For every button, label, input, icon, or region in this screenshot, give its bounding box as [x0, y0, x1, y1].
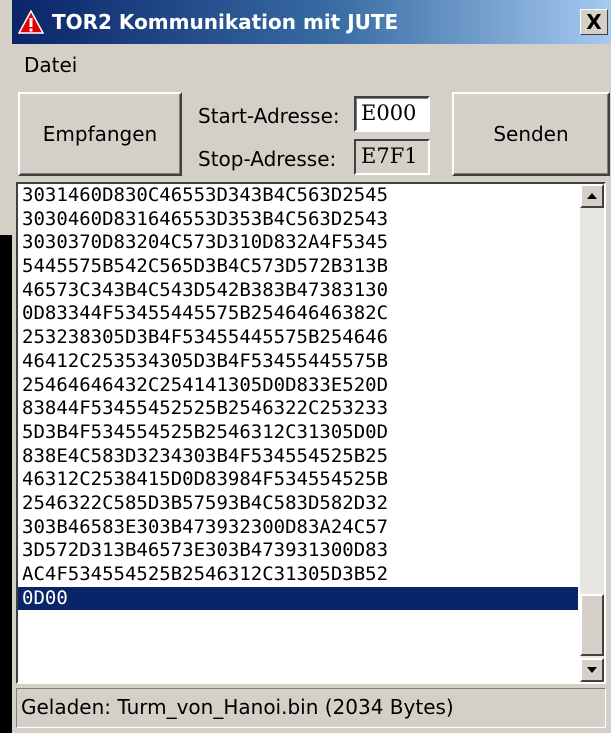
title-bar[interactable]: TOR2 Kommunikation mit JUTE X [12, 0, 611, 44]
send-button[interactable]: Senden [452, 92, 610, 176]
hex-line[interactable]: 5D3B4F534554525B2546312C31305D0D [18, 421, 578, 445]
hex-line[interactable]: 3031460D830C46553D343B4C563D2545 [18, 184, 578, 208]
window-title: TOR2 Kommunikation mit JUTE [52, 10, 399, 34]
stop-address-field: E7F1 [354, 139, 430, 175]
hex-line[interactable]: 46412C253534305D3B4F53455445575B [18, 350, 578, 374]
hex-line[interactable]: 46573C343B4C543D542B383B47383130 [18, 279, 578, 303]
menu-bar: Datei [12, 44, 611, 84]
scrollbar-thumb[interactable] [580, 594, 604, 656]
hex-line[interactable]: 838E4C583D3234303B4F534554525B25 [18, 445, 578, 469]
arrow-up-icon [587, 193, 597, 199]
vertical-scrollbar[interactable] [580, 184, 604, 682]
close-button[interactable]: X [580, 9, 608, 35]
hex-line[interactable]: 2546322C585D3B57593B4C583D582D32 [18, 492, 578, 516]
menu-item-datei[interactable]: Datei [24, 52, 77, 78]
scroll-up-button[interactable] [580, 184, 604, 208]
hex-listbox[interactable]: 3031460D830C46553D343B4C563D2545 3030460D… [16, 182, 606, 684]
scroll-down-button[interactable] [580, 658, 604, 682]
black-background-strip [0, 235, 12, 733]
hex-line[interactable]: 3D572D313B46573E303B473931300D83 [18, 539, 578, 563]
dialog-window: TOR2 Kommunikation mit JUTE X Datei Empf… [12, 0, 611, 733]
hex-line[interactable]: AC4F534554525B2546312C31305D3B52 [18, 563, 578, 587]
hex-line[interactable]: 303B46583E303B473932300D83A24C57 [18, 516, 578, 540]
hex-line[interactable]: 3030460D831646553D353B4C563D2543 [18, 208, 578, 232]
arrow-down-icon [587, 667, 597, 673]
hex-line[interactable]: 46312C2538415D0D83984F534554525B [18, 468, 578, 492]
hex-line[interactable]: 83844F53455452525B2546322C253233 [18, 397, 578, 421]
hex-line[interactable]: 0D83344F53455445575B25464646382C [18, 302, 578, 326]
hex-line[interactable]: 3030370D83204C573D310D832A4F5345 [18, 231, 578, 255]
hex-rows: 3031460D830C46553D343B4C563D2545 3030460D… [18, 184, 578, 611]
stop-address-label: Stop-Adresse: [198, 147, 337, 171]
start-address-input[interactable]: E000 [354, 96, 430, 132]
warning-icon [18, 10, 44, 34]
hex-line[interactable]: 0D00 [18, 586, 578, 611]
start-address-label: Start-Adresse: [198, 104, 340, 128]
status-bar: Geladen: Turm_von_Hanoi.bin (2034 Bytes) [16, 688, 606, 728]
hex-line[interactable]: 5445575B542C565D3B4C573D572B313B [18, 255, 578, 279]
hex-line[interactable]: 25464646432C254141305D0D833E520D [18, 374, 578, 398]
hex-line[interactable]: 253238305D3B4F53455445575B254646 [18, 326, 578, 350]
receive-button[interactable]: Empfangen [18, 92, 182, 176]
